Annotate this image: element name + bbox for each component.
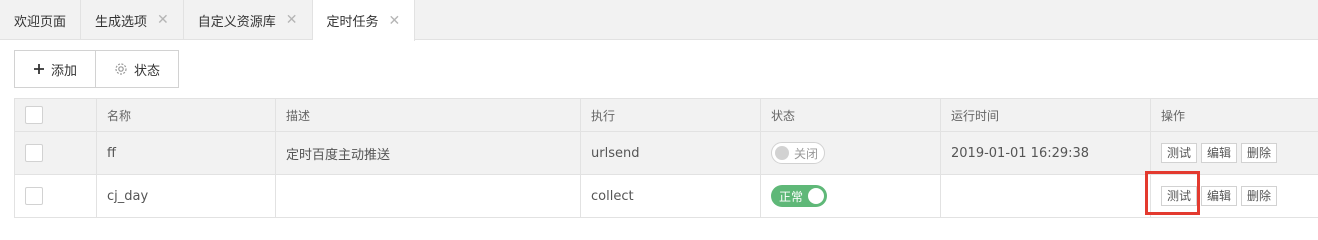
close-icon[interactable]: ✕ [286,13,298,27]
tab-label: 定时任务 [326,15,379,30]
table-row: ff 定时百度主动推送 urlsend 关闭 2019-01-01 16:29:… [14,131,1318,175]
status-toggle[interactable]: 关闭 [771,142,826,164]
task-runtime: 2019-01-01 16:29:38 [940,131,1151,175]
task-runtime [940,174,1151,218]
task-exec: urlsend [580,131,761,175]
test-button[interactable]: 测试 [1161,143,1198,163]
toolbar: 添加 状态 [14,50,180,88]
row-select-cell [14,174,97,218]
toggle-knob [775,146,789,160]
status-button[interactable]: 状态 [96,50,180,88]
tab-label: 生成选项 [95,14,148,30]
add-button-label: 添加 [51,63,78,79]
table-header: 名称 描述 执行 状态 运行时间 操作 [14,98,1318,132]
task-name: cj_day [96,174,276,218]
tab-label: 自定义资源库 [197,14,276,30]
edit-button[interactable]: 编辑 [1201,186,1238,206]
task-exec: collect [580,174,761,218]
task-table: 名称 描述 执行 状态 运行时间 操作 ff 定时百度主动推送 urlsend … [14,98,1318,218]
task-actions: 测试 编辑 删除 [1150,174,1318,218]
status-toggle[interactable]: 正常 [771,185,828,207]
column-header-status: 状态 [760,98,941,132]
column-header-runtime: 运行时间 [940,98,1151,132]
tab-custom-resources[interactable]: 自定义资源库 ✕ [184,0,313,40]
row-select-cell [14,131,97,175]
status-toggle-label: 关闭 [794,146,819,161]
column-header-actions: 操作 [1150,98,1318,132]
task-status-cell: 关闭 [760,131,941,175]
column-header-description: 描述 [275,98,581,132]
task-actions: 测试 编辑 删除 [1150,131,1318,175]
status-toggle-label: 正常 [779,189,804,204]
delete-button[interactable]: 删除 [1241,186,1278,206]
column-header-exec: 执行 [580,98,761,132]
select-all-cell [14,98,97,132]
test-button[interactable]: 测试 [1161,186,1198,206]
column-header-name: 名称 [96,98,276,132]
table-row: cj_day collect 正常 测试 编辑 删除 [14,174,1318,218]
tab-label: 欢迎页面 [14,14,67,30]
close-icon[interactable]: ✕ [157,13,169,27]
task-description: 定时百度主动推送 [275,131,581,175]
close-icon[interactable]: ✕ [389,14,401,28]
tab-welcome[interactable]: 欢迎页面 [0,0,82,40]
toggle-knob [808,188,825,204]
status-button-label: 状态 [134,63,161,79]
plus-icon [33,63,45,75]
edit-button[interactable]: 编辑 [1201,143,1238,163]
row-checkbox[interactable] [25,144,43,162]
delete-button[interactable]: 删除 [1241,143,1278,163]
row-checkbox[interactable] [25,187,43,205]
task-description [275,174,581,218]
select-all-checkbox[interactable] [25,106,43,124]
task-status-cell: 正常 [760,174,941,218]
tab-bar: 欢迎页面 生成选项 ✕ 自定义资源库 ✕ 定时任务 ✕ [0,0,1318,41]
task-name: ff [96,131,276,175]
tab-scheduled-tasks[interactable]: 定时任务 ✕ [312,0,416,41]
gear-icon [114,62,128,76]
tab-generate-options[interactable]: 生成选项 ✕ [81,0,184,40]
add-button[interactable]: 添加 [14,50,97,88]
